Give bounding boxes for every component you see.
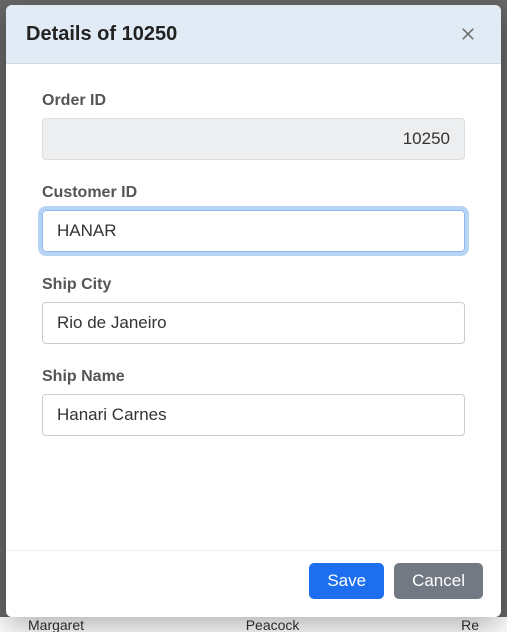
form-group-ship-name: Ship Name (42, 368, 465, 436)
cancel-button[interactable]: Cancel (394, 563, 483, 599)
save-button[interactable]: Save (309, 563, 384, 599)
bg-text-right: Re (461, 617, 479, 632)
ship-city-input[interactable] (42, 302, 465, 344)
close-button[interactable] (455, 21, 481, 47)
form-group-customer-id: Customer ID (42, 184, 465, 252)
background-row: Margaret Peacock Re (0, 617, 507, 632)
form-group-order-id: Order ID (42, 92, 465, 160)
customer-id-label: Customer ID (42, 184, 465, 202)
bg-text-mid: Peacock (246, 617, 300, 632)
order-id-label: Order ID (42, 92, 465, 110)
modal-body: Order ID Customer ID Ship City Ship Name (6, 64, 501, 550)
close-icon (459, 25, 477, 43)
modal-header: Details of 10250 (6, 5, 501, 64)
order-id-input (42, 118, 465, 160)
details-modal: Details of 10250 Order ID Customer ID Sh… (6, 5, 501, 617)
modal-title: Details of 10250 (26, 23, 177, 46)
ship-name-input[interactable] (42, 394, 465, 436)
form-group-ship-city: Ship City (42, 276, 465, 344)
ship-city-label: Ship City (42, 276, 465, 294)
ship-name-label: Ship Name (42, 368, 465, 386)
bg-text-left: Margaret (28, 617, 84, 632)
modal-footer: Save Cancel (6, 550, 501, 617)
customer-id-input[interactable] (42, 210, 465, 252)
